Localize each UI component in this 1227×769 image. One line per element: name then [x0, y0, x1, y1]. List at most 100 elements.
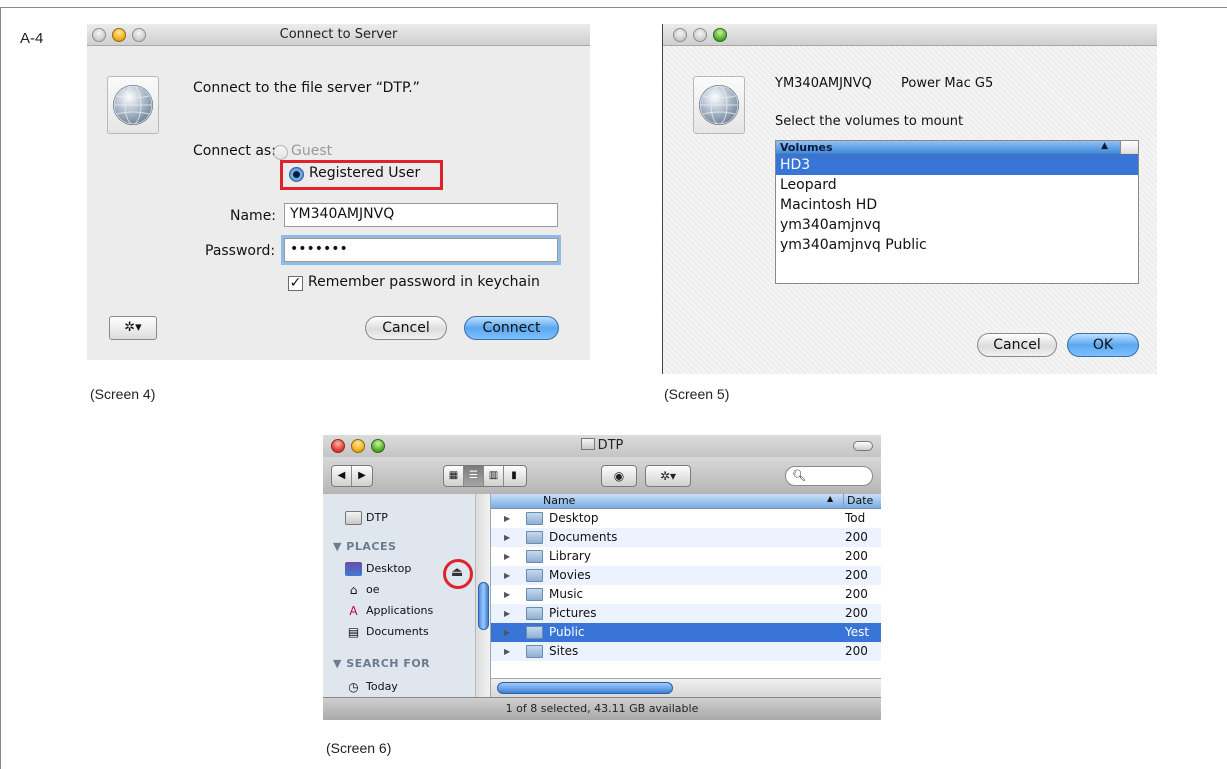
disclosure-triangle-icon[interactable]: ▶: [504, 623, 510, 642]
search-icon: 🔍︎: [792, 469, 806, 482]
search-field[interactable]: 🔍︎: [785, 466, 873, 486]
drive-icon: [345, 511, 362, 525]
dialog-body: Connect to the file server “DTP.” Connec…: [87, 46, 590, 360]
file-list: Name ▲ Date ▶ Desktop Tod ▶ Documents 200 ▶ Lib…: [491, 494, 881, 697]
file-name: Public: [549, 625, 585, 639]
connect-to-server-dialog: Connect to Server Connect to the file se…: [87, 24, 590, 360]
file-date: 200: [845, 530, 868, 544]
sidebar-item-documents[interactable]: ▤ Documents: [345, 625, 429, 639]
ok-button[interactable]: OK: [1067, 333, 1139, 357]
disclosure-triangle-icon[interactable]: ▶: [504, 528, 510, 547]
horizontal-scrollbar[interactable]: [491, 678, 881, 697]
home-icon: ⌂: [349, 583, 358, 597]
folder-icon: [526, 588, 543, 601]
back-forward-buttons[interactable]: ◀ ▶: [331, 465, 373, 487]
disclosure-triangle-icon[interactable]: ▶: [504, 509, 510, 528]
file-name: Sites: [549, 644, 579, 658]
server-globe-icon: [693, 76, 745, 134]
volume-row[interactable]: HD3: [776, 155, 1138, 175]
icon-view-icon[interactable]: ▦: [444, 466, 464, 486]
file-date: 200: [845, 587, 868, 601]
table-row[interactable]: ▶ Pictures 200: [491, 604, 881, 623]
title-bar: DTP: [323, 435, 881, 457]
table-row[interactable]: ▶ Sites 200: [491, 642, 881, 661]
minimize-light-icon[interactable]: [693, 28, 707, 42]
desktop-icon: [345, 562, 362, 576]
sidebar-item-dtp[interactable]: DTP: [345, 511, 388, 525]
zoom-light-icon[interactable]: [713, 28, 727, 42]
registered-user-label: Registered User: [309, 165, 421, 181]
guest-radio[interactable]: [273, 145, 288, 160]
caption-screen4: (Screen 4): [90, 386, 156, 402]
volume-row[interactable]: ym340amjnvq Public: [776, 235, 1138, 255]
drive-icon: [580, 438, 595, 450]
action-gear-button[interactable]: ✲▾: [109, 316, 157, 340]
back-arrow-icon[interactable]: ◀: [332, 466, 352, 486]
name-column-header[interactable]: Name: [543, 494, 575, 507]
table-row[interactable]: ▶ Desktop Tod: [491, 509, 881, 528]
folder-icon: [526, 626, 543, 639]
cancel-button[interactable]: Cancel: [365, 316, 447, 340]
password-label: Password:: [205, 243, 276, 259]
registered-user-radio[interactable]: [289, 167, 304, 182]
volume-row[interactable]: Leopard: [776, 175, 1138, 195]
file-date: 200: [845, 549, 868, 563]
toolbar-toggle-button[interactable]: [853, 441, 873, 451]
sidebar-scroll-thumb[interactable]: [478, 582, 489, 630]
file-name: Desktop: [549, 511, 599, 525]
disclosure-triangle-icon[interactable]: ▶: [504, 585, 510, 604]
file-date: 200: [845, 606, 868, 620]
volume-row[interactable]: ym340amjnvq: [776, 215, 1138, 235]
page-label: A-4: [20, 30, 44, 47]
date-column-header[interactable]: Date: [843, 494, 873, 507]
list-view-icon[interactable]: ☰: [464, 466, 484, 486]
remember-password-checkbox[interactable]: ✓: [288, 276, 303, 291]
volume-row[interactable]: Macintosh HD: [776, 195, 1138, 215]
table-row[interactable]: ▶ Music 200: [491, 585, 881, 604]
server-model: Power Mac G5: [901, 76, 994, 91]
sidebar-item-today[interactable]: ◷ Today: [345, 680, 398, 694]
places-header: ▼ PLACES: [333, 540, 397, 553]
action-button[interactable]: ✲▾: [645, 465, 691, 487]
eject-icon[interactable]: ⏏: [451, 565, 463, 580]
folder-icon: [526, 512, 543, 525]
window-title: Connect to Server: [279, 27, 398, 42]
status-bar: 1 of 8 selected, 43.11 GB available: [323, 697, 881, 720]
table-row[interactable]: ▶ Movies 200: [491, 566, 881, 585]
disclosure-triangle-icon[interactable]: ▶: [504, 547, 510, 566]
sidebar-scrollbar[interactable]: [475, 494, 490, 697]
disclosure-triangle-icon[interactable]: ▶: [504, 566, 510, 585]
volumes-column-header[interactable]: Volumes ▲: [776, 141, 1138, 155]
name-field[interactable]: YM340AMJNVQ: [284, 203, 558, 227]
table-row[interactable]: ▶ Public Yest: [491, 623, 881, 642]
folder-icon: [526, 645, 543, 658]
column-view-icon[interactable]: ▥: [484, 466, 504, 486]
forward-arrow-icon[interactable]: ▶: [352, 466, 372, 486]
view-mode-buttons[interactable]: ▦ ☰ ▥ ▮: [443, 465, 527, 487]
sort-ascending-icon: ▲: [827, 494, 834, 503]
password-field[interactable]: •••••••: [284, 238, 558, 262]
disclosure-triangle-icon[interactable]: ▶: [504, 604, 510, 623]
horizontal-scroll-thumb[interactable]: [497, 682, 673, 694]
guest-label: Guest: [291, 143, 333, 159]
coverflow-view-icon[interactable]: ▮: [504, 466, 524, 486]
sidebar-item-desktop[interactable]: Desktop: [345, 562, 411, 576]
name-label: Name:: [230, 208, 277, 224]
table-row[interactable]: ▶ Library 200: [491, 547, 881, 566]
file-name: Pictures: [549, 606, 597, 620]
cancel-button[interactable]: Cancel: [977, 333, 1057, 357]
file-name: Documents: [549, 530, 618, 544]
connect-button[interactable]: Connect: [464, 316, 559, 340]
title-bar: Connect to Server: [87, 24, 590, 46]
sort-ascending-icon: ▲: [1101, 141, 1108, 151]
disclosure-triangle-icon[interactable]: ▶: [504, 642, 510, 661]
close-light-icon[interactable]: [673, 28, 687, 42]
caption-screen5: (Screen 5): [664, 386, 730, 402]
table-row[interactable]: ▶ Documents 200: [491, 528, 881, 547]
file-name: Library: [549, 549, 591, 563]
sidebar-item-applications[interactable]: A Applications: [345, 604, 433, 618]
caption-screen6: (Screen 6): [326, 740, 392, 756]
folder-icon: [526, 569, 543, 582]
quick-look-button[interactable]: ◉: [601, 465, 637, 487]
sidebar-item-home[interactable]: ⌂ oe: [345, 583, 380, 597]
